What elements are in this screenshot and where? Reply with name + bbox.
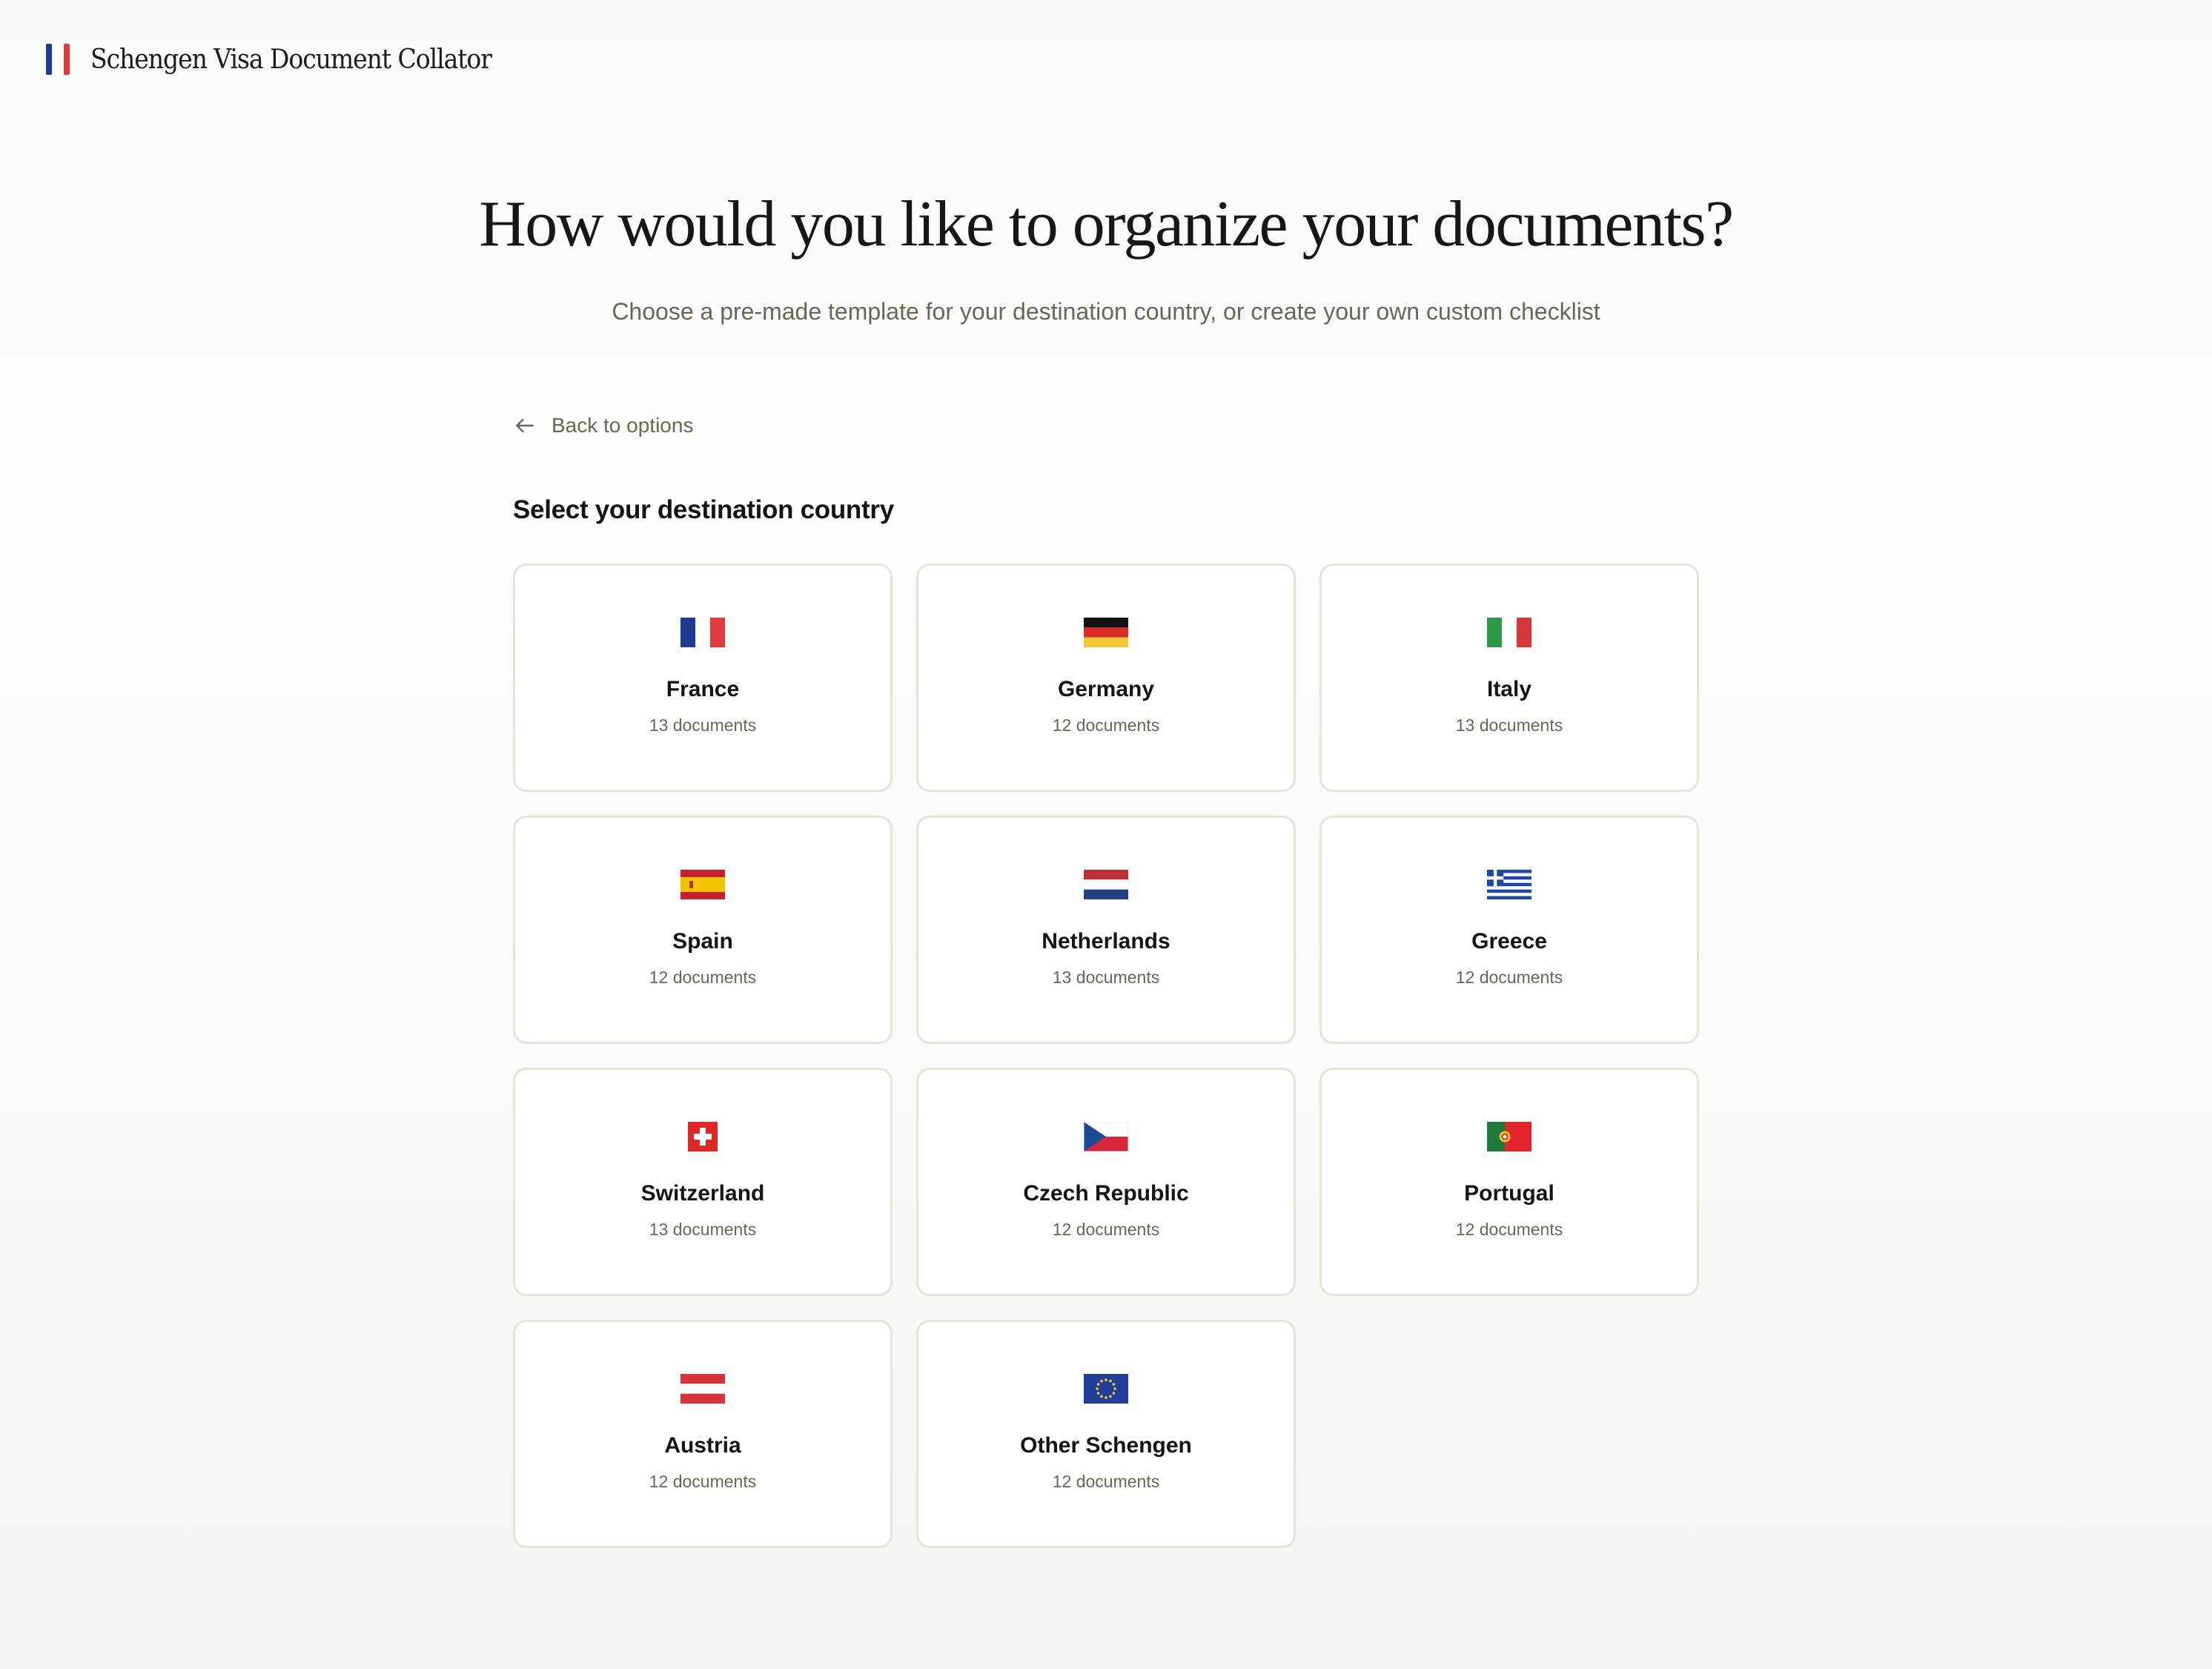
document-count: 12 documents	[1455, 1220, 1563, 1239]
arrow-left-icon	[516, 418, 534, 433]
document-count: 12 documents	[1052, 1472, 1160, 1491]
document-count: 12 documents	[1052, 715, 1160, 735]
country-name: Germany	[1057, 677, 1155, 701]
germany-flag-icon	[1084, 618, 1128, 647]
document-count: 12 documents	[1052, 1220, 1160, 1239]
app-title: Schengen Visa Document Collator	[90, 44, 492, 75]
country-card-other-schengen[interactable]: Other Schengen 12 documents	[916, 1320, 1296, 1548]
document-count: 13 documents	[1052, 968, 1160, 987]
country-name: Spain	[672, 929, 733, 954]
portugal-flag-icon	[1487, 1122, 1531, 1151]
country-card-austria[interactable]: Austria 12 documents	[513, 1320, 893, 1548]
app-header: Schengen Visa Document Collator	[46, 39, 526, 80]
logo-stripe-red	[64, 44, 70, 75]
country-name: Czech Republic	[1023, 1181, 1189, 1206]
country-card-germany[interactable]: Germany 12 documents	[916, 564, 1296, 792]
document-count: 12 documents	[649, 968, 757, 987]
country-card-greece[interactable]: Greece 12 documents	[1319, 816, 1699, 1044]
country-card-portugal[interactable]: Portugal 12 documents	[1319, 1068, 1699, 1296]
logo-icon	[46, 44, 70, 75]
country-name: Austria	[664, 1433, 741, 1458]
greece-flag-icon	[1487, 870, 1531, 899]
eu-flag-icon	[1084, 1374, 1128, 1404]
country-name: Switzerland	[640, 1181, 765, 1206]
country-name: France	[666, 677, 740, 701]
country-name: Portugal	[1464, 1181, 1554, 1206]
document-count: 13 documents	[649, 1220, 757, 1239]
country-name: Italy	[1486, 677, 1532, 701]
country-grid: France 13 documents Germany 12 documents…	[513, 564, 1699, 1548]
document-count: 12 documents	[649, 1472, 757, 1491]
country-card-netherlands[interactable]: Netherlands 13 documents	[916, 816, 1296, 1044]
country-card-spain[interactable]: Spain 12 documents	[513, 816, 893, 1044]
country-card-switzerland[interactable]: Switzerland 13 documents	[513, 1068, 893, 1296]
country-card-czech-republic[interactable]: Czech Republic 12 documents	[916, 1068, 1296, 1296]
austria-flag-icon	[681, 1374, 725, 1404]
spain-flag-icon	[681, 870, 725, 899]
france-flag-icon	[681, 618, 725, 647]
country-card-france[interactable]: France 13 documents	[513, 564, 893, 792]
country-name: Greece	[1471, 929, 1547, 954]
logo-stripe-blue	[46, 44, 52, 75]
section-title: Select your destination country	[513, 495, 894, 524]
document-count: 12 documents	[1455, 968, 1563, 987]
page-title: How would you like to organize your docu…	[479, 188, 1734, 260]
back-to-options-link[interactable]: Back to options	[513, 414, 693, 437]
switzerland-flag-icon	[681, 1122, 725, 1151]
page-subtitle: Choose a pre-made template for your dest…	[612, 298, 1600, 325]
czech-flag-icon	[1084, 1122, 1128, 1151]
document-count: 13 documents	[649, 715, 757, 735]
country-name: Netherlands	[1042, 929, 1170, 954]
country-name: Other Schengen	[1020, 1433, 1192, 1458]
netherlands-flag-icon	[1084, 870, 1128, 899]
document-count: 13 documents	[1455, 715, 1563, 735]
country-card-italy[interactable]: Italy 13 documents	[1319, 564, 1699, 792]
back-link-label: Back to options	[552, 414, 694, 437]
italy-flag-icon	[1487, 618, 1531, 647]
